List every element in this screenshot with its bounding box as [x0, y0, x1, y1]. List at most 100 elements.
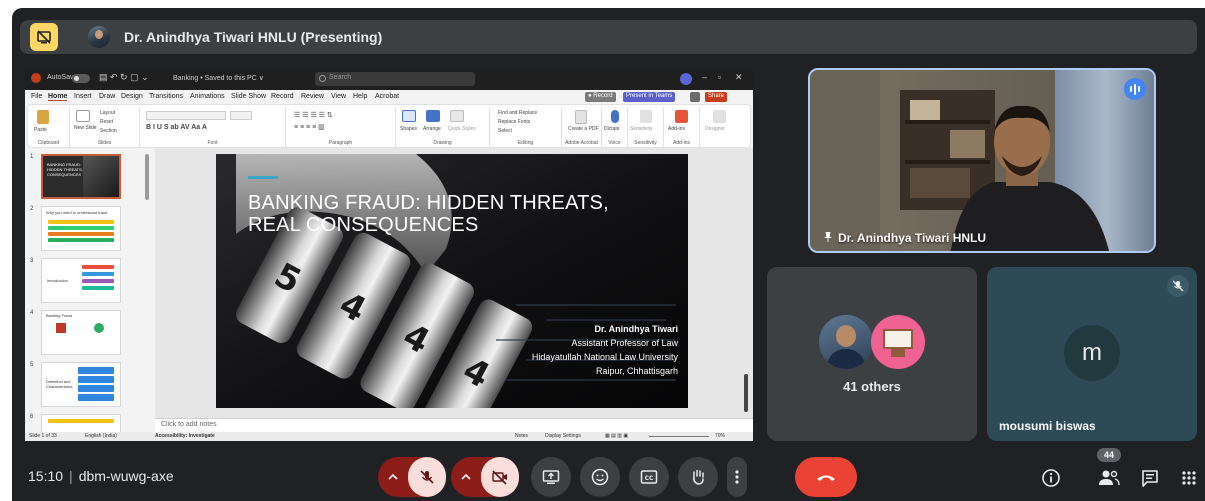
speaker-video — [810, 70, 1154, 251]
search-box[interactable]: Search — [315, 72, 475, 86]
notes-pane[interactable]: Click to add notes — [155, 418, 753, 432]
maximize-icon[interactable]: ▫ — [718, 72, 721, 82]
thumb-title: Definition and Characteristics — [46, 379, 73, 389]
tab-slide-show[interactable]: Slide Show — [231, 93, 266, 100]
list-icons[interactable]: ☰ ☰ ☰ ☰ ⇅ — [294, 111, 333, 119]
camera-options-chevron-icon[interactable] — [451, 457, 481, 497]
tab-acrobat[interactable]: Acrobat — [375, 93, 399, 100]
leave-call-button[interactable] — [795, 457, 857, 497]
slide-thumbnail-3[interactable]: Introduction — [41, 258, 121, 303]
view-buttons-icon[interactable]: ▦ ▤ ▥ ▣ — [605, 433, 628, 439]
others-tile[interactable]: 41 others — [767, 267, 977, 441]
font-size-dropdown[interactable] — [230, 111, 252, 120]
group-adobe-acrobat: Create a PDF Adobe Acrobat — [562, 107, 602, 147]
tab-design[interactable]: Design — [121, 93, 143, 100]
layout-button[interactable]: Layout — [100, 110, 115, 116]
slide-title: BANKING FRAUD: HIDDEN THREATS, REAL CONS… — [248, 192, 609, 236]
share-button[interactable]: Share — [705, 92, 728, 102]
chat-button[interactable] — [1139, 467, 1161, 489]
tab-view[interactable]: View — [331, 93, 346, 100]
current-slide[interactable]: 5 4 4 4 BANKING FRAUD: HIDDEN THREATS, R… — [216, 154, 688, 408]
camera-off-button[interactable] — [481, 457, 519, 497]
slide-thumbnail-5[interactable]: Definition and Characteristics — [41, 362, 121, 407]
thumb-bar — [78, 394, 114, 401]
speaker-name-text: Dr. Anindhya Tiwari HNLU — [838, 231, 987, 245]
display-settings[interactable]: Display Settings — [545, 433, 581, 439]
present-in-teams-button[interactable]: Present in Teams — [623, 92, 676, 102]
section-button[interactable]: Section — [100, 128, 117, 134]
slides-scrollbar[interactable] — [145, 154, 149, 200]
meeting-details-button[interactable] — [1040, 467, 1062, 489]
people-icon — [1099, 470, 1120, 486]
zoom-slider[interactable] — [649, 436, 709, 437]
notes-toggle[interactable]: Notes — [515, 433, 528, 439]
record-button[interactable]: ● Record — [585, 92, 616, 102]
shapes-icon[interactable] — [402, 110, 416, 122]
tab-home[interactable]: Home — [48, 93, 68, 101]
tab-draw[interactable]: Draw — [99, 93, 115, 100]
slide-title-line1: BANKING FRAUD: HIDDEN THREATS, — [248, 192, 609, 214]
add-ins-icon[interactable] — [675, 110, 688, 123]
autosave-toggle[interactable] — [72, 74, 90, 83]
select-button[interactable]: Select — [498, 128, 512, 134]
slide-thumbnail-4[interactable]: Banking Fraud — [41, 310, 121, 355]
tab-review[interactable]: Review — [301, 93, 324, 100]
zoom-level[interactable]: 70% — [715, 433, 725, 439]
create-pdf-icon[interactable] — [575, 110, 587, 124]
designer-icon[interactable] — [713, 110, 726, 123]
close-icon[interactable]: ✕ — [735, 72, 743, 83]
meeting-code[interactable]: dbm-wuwg-axe — [79, 468, 174, 484]
accessibility-status[interactable]: Accessibility: Investigate — [155, 433, 215, 439]
participant-avatar — [819, 315, 873, 369]
slide-thumbnail-1[interactable]: BANKING FRAUD: HIDDEN THREATS, REAL CONS… — [41, 154, 121, 199]
tab-insert[interactable]: Insert — [74, 93, 92, 100]
tab-record[interactable]: Record — [271, 93, 294, 100]
people-button[interactable] — [1098, 467, 1120, 489]
minimize-icon[interactable]: – — [702, 72, 707, 82]
tab-transitions[interactable]: Transitions — [149, 93, 183, 100]
paste-icon[interactable] — [37, 110, 49, 124]
find-replace-button[interactable]: Find and Replace — [498, 110, 537, 116]
more-options-button[interactable] — [727, 457, 747, 497]
person-icon — [94, 323, 104, 333]
quick-access-icons[interactable]: ▤ ↶ ↻ ▢ ⌄ — [99, 72, 149, 83]
captions-button[interactable]: CC — [629, 457, 669, 497]
thumb-number: 4 — [30, 310, 34, 316]
language-status[interactable]: English (India) — [85, 433, 117, 439]
participant-tile-mousumi[interactable]: m mousumi biswas — [987, 267, 1197, 441]
align-icons[interactable]: ≡ ≡ ≡ ≡ ▥ — [294, 123, 325, 131]
meet-window: Dr. Anindhya Tiwari HNLU (Presenting) Au… — [12, 8, 1205, 501]
tab-animations[interactable]: Animations — [190, 93, 225, 100]
sensitivity-icon[interactable] — [640, 110, 652, 123]
author-place: Raipur, Chhattisgarh — [595, 366, 678, 376]
editing-scrollbar[interactable] — [744, 374, 748, 412]
raise-hand-button[interactable] — [678, 457, 718, 497]
reset-button[interactable]: Reset — [100, 119, 113, 125]
slide-thumbnail-2[interactable]: Why you need to understand fraud — [41, 206, 121, 251]
arrange-icon[interactable] — [426, 110, 440, 122]
shapes-label: Shapes — [400, 126, 417, 132]
slide-thumbnail-6[interactable] — [41, 414, 121, 432]
new-slide-icon[interactable] — [76, 110, 90, 122]
pin-icon[interactable] — [824, 232, 832, 242]
reactions-button[interactable] — [580, 457, 620, 497]
comments-icon[interactable] — [690, 92, 700, 102]
user-avatar-icon[interactable] — [680, 73, 692, 85]
mic-options-chevron-icon[interactable] — [378, 457, 408, 497]
presenter-title: Dr. Anindhya Tiwari HNLU (Presenting) — [124, 29, 383, 45]
replace-fonts-button[interactable]: Replace Fonts — [498, 119, 530, 125]
present-screen-button[interactable] — [531, 457, 571, 497]
dictate-icon[interactable] — [611, 110, 619, 123]
mic-off-button[interactable] — [408, 457, 446, 497]
font-name-dropdown[interactable] — [146, 111, 226, 120]
document-title[interactable]: Banking • Saved to this PC ∨ — [173, 74, 264, 82]
presenter-avatar — [88, 26, 110, 48]
activities-button[interactable] — [1178, 467, 1200, 489]
tab-file[interactable]: File — [31, 93, 42, 100]
stop-presenting-icon[interactable] — [30, 23, 58, 51]
font-format-icons[interactable]: B I U S ab AV Aa A — [146, 124, 207, 131]
tab-help[interactable]: Help — [353, 93, 367, 100]
quick-styles-icon[interactable] — [450, 110, 464, 122]
speaker-tile[interactable]: Dr. Anindhya Tiwari HNLU — [808, 68, 1156, 253]
thumb-number: 1 — [30, 154, 34, 160]
